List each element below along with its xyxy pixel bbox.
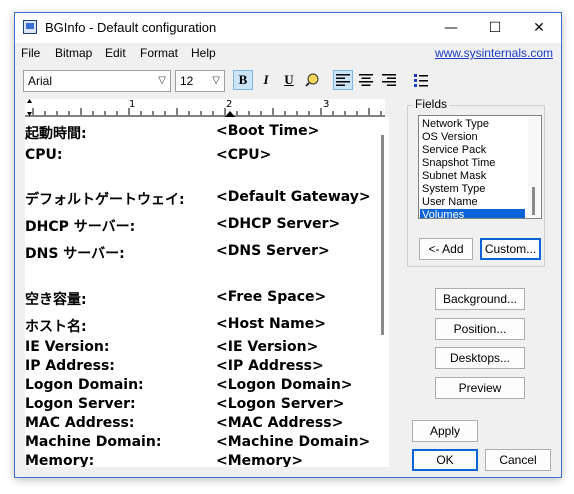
window-title: BGInfo - Default configuration	[45, 20, 217, 35]
editor-label-default-gateway: デフォルトゲートウェイ:	[25, 192, 185, 208]
editor-value-memory: <Memory>	[216, 453, 304, 467]
bullet-list-icon	[414, 73, 428, 87]
rich-text-editor[interactable]: 起動時間: <Boot Time> CPU: <CPU> デフォルトゲートウェイ…	[25, 117, 377, 467]
fields-listbox[interactable]: Network Type OS Version Service Pack Sna…	[418, 115, 542, 219]
list-item[interactable]: Network Type	[422, 118, 489, 131]
menu-format[interactable]: Format	[140, 46, 178, 60]
editor-label-dhcp-server: DHCP サーバー:	[25, 219, 136, 235]
list-item[interactable]: OS Version	[422, 131, 478, 144]
ruler: 1 2 3	[25, 99, 385, 117]
menu-bar: File Bitmap Edit Format Help www.sysinte…	[15, 43, 561, 65]
custom-field-button[interactable]: Custom...	[480, 238, 541, 260]
align-right-button[interactable]	[379, 70, 399, 90]
editor-label-ip-address: IP Address:	[25, 358, 115, 374]
align-left-button[interactable]	[333, 70, 353, 90]
list-item[interactable]: Snapshot Time	[422, 157, 495, 170]
fields-label: Fields	[413, 97, 450, 111]
menu-bitmap[interactable]: Bitmap	[55, 46, 92, 60]
fields-scrollbar-thumb[interactable]	[532, 187, 535, 215]
title-bar[interactable]: BGInfo - Default configuration — ☐ ✕	[15, 13, 561, 43]
ruler-mark-3: 3	[323, 99, 330, 110]
editor-value-cpu: <CPU>	[216, 147, 272, 163]
ruler-ticks	[25, 99, 385, 117]
underline-icon: U	[284, 72, 294, 87]
menu-edit[interactable]: Edit	[105, 46, 126, 60]
editor-value-mac-address: <MAC Address>	[216, 415, 344, 431]
list-item[interactable]: System Type	[422, 183, 485, 196]
format-toolbar: Arial ▽ 12 ▽ B I U	[15, 65, 561, 97]
list-item-selected[interactable]: Volumes	[420, 209, 525, 218]
bginfo-window: BGInfo - Default configuration — ☐ ✕ Fil…	[14, 12, 562, 478]
chevron-down-icon: ▽	[158, 75, 166, 86]
editor-label-mac-address: MAC Address:	[25, 415, 135, 431]
tab-stop-marker[interactable]	[225, 109, 235, 117]
editor-value-default-gateway: <Default Gateway>	[216, 189, 371, 205]
color-picker-icon	[305, 73, 319, 87]
font-select[interactable]: Arial ▽	[23, 70, 171, 92]
fields-scrollbar[interactable]	[528, 117, 540, 217]
editor-label-ie-version: IE Version:	[25, 339, 110, 355]
align-left-icon	[336, 74, 350, 86]
menu-help[interactable]: Help	[191, 46, 216, 60]
add-field-button[interactable]: <- Add	[419, 238, 473, 260]
editor-scrollbar[interactable]	[377, 117, 389, 467]
editor-label-machine-domain: Machine Domain:	[25, 434, 162, 450]
ruler-mark-1: 1	[129, 99, 136, 110]
ok-button[interactable]: OK	[412, 449, 478, 471]
list-item[interactable]: Subnet Mask	[422, 170, 486, 183]
italic-icon: I	[263, 72, 269, 87]
preview-button[interactable]: Preview	[435, 377, 525, 399]
editor-label-free-space: 空き容量:	[25, 292, 87, 308]
editor-label-dns-server: DNS サーバー:	[25, 246, 125, 262]
editor-value-machine-domain: <Machine Domain>	[216, 434, 371, 450]
apply-button[interactable]: Apply	[412, 420, 478, 442]
bold-icon: B	[238, 72, 248, 87]
editor-value-boot-time: <Boot Time>	[216, 123, 320, 139]
cancel-button[interactable]: Cancel	[485, 449, 551, 471]
font-size-select[interactable]: 12 ▽	[175, 70, 225, 92]
editor-label-logon-domain: Logon Domain:	[25, 377, 144, 393]
editor-label-logon-server: Logon Server:	[25, 396, 136, 412]
editor-label-host-name: ホスト名:	[25, 319, 87, 335]
editor-value-ip-address: <IP Address>	[216, 358, 324, 374]
editor-label-memory: Memory:	[25, 453, 95, 467]
align-center-button[interactable]	[356, 70, 376, 90]
editor-value-dns-server: <DNS Server>	[216, 243, 330, 259]
editor-value-host-name: <Host Name>	[216, 316, 326, 332]
list-item[interactable]: Service Pack	[422, 144, 486, 157]
editor-value-logon-domain: <Logon Domain>	[216, 377, 353, 393]
editor-scrollbar-thumb[interactable]	[381, 135, 384, 335]
close-button[interactable]: ✕	[517, 13, 561, 43]
editor-label-cpu: CPU:	[25, 147, 63, 163]
editor-value-dhcp-server: <DHCP Server>	[216, 216, 341, 232]
align-right-icon	[382, 74, 396, 86]
minimize-button[interactable]: —	[429, 13, 473, 43]
chevron-down-icon: ▽	[212, 75, 220, 86]
underline-button[interactable]: U	[279, 70, 299, 90]
bullets-button[interactable]	[411, 70, 431, 90]
font-size-value: 12	[180, 74, 194, 88]
desktops-button[interactable]: Desktops...	[435, 347, 525, 369]
menu-file[interactable]: File	[21, 46, 40, 60]
italic-button[interactable]: I	[256, 70, 276, 90]
list-item[interactable]: User Name	[422, 196, 478, 209]
maximize-button[interactable]: ☐	[473, 13, 517, 43]
sysinternals-link[interactable]: www.sysinternals.com	[435, 46, 553, 60]
text-color-button[interactable]	[302, 70, 322, 90]
bginfo-app-icon	[23, 20, 37, 34]
background-button[interactable]: Background...	[435, 288, 525, 310]
align-center-icon	[359, 74, 373, 86]
bold-button[interactable]: B	[233, 70, 253, 90]
editor-label-boot-time: 起動時間:	[25, 126, 87, 142]
position-button[interactable]: Position...	[435, 318, 525, 340]
editor-value-ie-version: <IE Version>	[216, 339, 319, 355]
editor-value-free-space: <Free Space>	[216, 289, 327, 305]
font-value: Arial	[28, 74, 53, 88]
editor-value-logon-server: <Logon Server>	[216, 396, 345, 412]
